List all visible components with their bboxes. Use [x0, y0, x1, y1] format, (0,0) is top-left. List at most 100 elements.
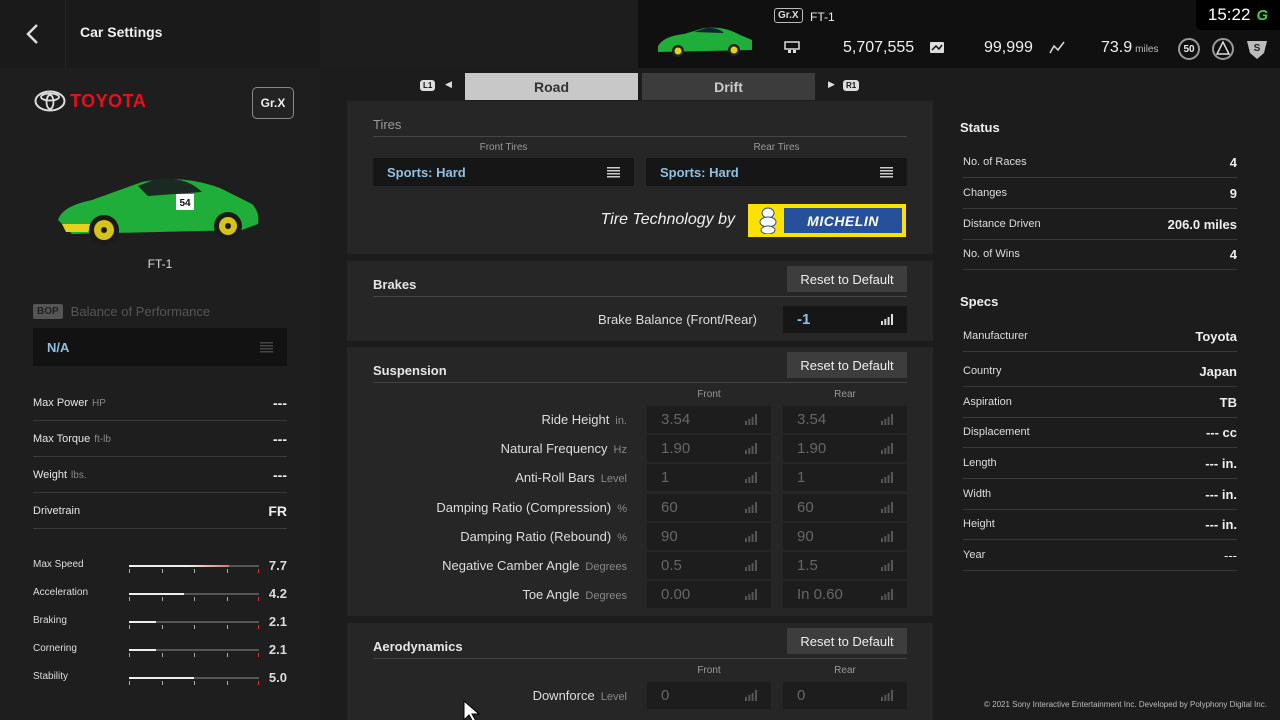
field-value: 60	[797, 499, 814, 516]
front-tires-select[interactable]: Sports: Hard	[373, 158, 634, 186]
anti-roll-rear-field[interactable]: 1	[783, 464, 907, 491]
perf-tick	[129, 625, 130, 629]
field-value: 0	[797, 687, 806, 704]
damping-compression-rear-field[interactable]: 60	[783, 494, 907, 521]
perf-label: Braking	[33, 615, 67, 626]
param-label: Damping Ratio (Compression)%	[436, 500, 627, 515]
param-unit: Degrees	[585, 590, 627, 602]
perf-tick	[194, 653, 195, 657]
tire-tech-text: Tire Technology by	[600, 211, 735, 228]
specs-row: Aspiration TB	[963, 387, 1237, 418]
perf-track	[129, 649, 259, 657]
param-unit: in.	[615, 415, 627, 427]
toe-front-field[interactable]: 0.00	[647, 581, 771, 608]
row-value: 4	[1229, 154, 1237, 170]
specs-row: Length --- in.	[963, 448, 1237, 479]
spec-unit: lbs.	[71, 469, 87, 481]
perf-fill	[129, 621, 157, 623]
row-value: TB	[1219, 394, 1237, 410]
row-label: Distance Driven	[963, 218, 1041, 230]
damping-compression-front-field[interactable]: 60	[647, 494, 771, 521]
l1-button-icon[interactable]: L1	[420, 80, 436, 91]
specs-row: Manufacturer Toyota	[963, 321, 1237, 352]
perf-tick	[161, 569, 163, 573]
param-name: Ride Height	[541, 412, 610, 427]
clock-time: 15:22	[1207, 5, 1251, 24]
car-info-panel: TOYOTA Gr.X 54 FT-1 BOP Balance of Perfo…	[0, 68, 320, 720]
spec-max-torque: Max Torque ft-lb ---	[33, 421, 287, 457]
back-button[interactable]	[0, 0, 66, 68]
tires-title: Tires	[373, 117, 402, 132]
field-value: 1	[661, 469, 670, 486]
spec-drivetrain: Drivetrain FR	[33, 493, 287, 529]
spec-label: Max Power	[33, 396, 89, 409]
natural-frequency-rear-field[interactable]: 1.90	[783, 435, 907, 462]
status-title: Status	[960, 120, 1000, 135]
downforce-rear-field[interactable]: 0	[783, 682, 907, 709]
bars-icon	[745, 531, 757, 542]
rear-tires-head: Rear Tires	[753, 142, 800, 153]
perf-tick	[258, 625, 259, 629]
manufacturer-brand: TOYOTA	[34, 90, 146, 112]
perf-fill	[129, 649, 157, 651]
suspension-reset-button[interactable]: Reset to Default	[787, 352, 907, 378]
aero-reset-button[interactable]: Reset to Default	[787, 628, 907, 654]
perf-tick	[161, 597, 163, 601]
brakes-section: Brakes Reset to Default Brake Balance (F…	[347, 261, 933, 341]
status-row: No. of Wins 4	[963, 239, 1237, 270]
param-label: Damping Ratio (Rebound)%	[460, 529, 627, 544]
status-row: No. of Races 4	[963, 147, 1237, 178]
distance-unit: miles	[1135, 44, 1159, 55]
row-label: Changes	[963, 187, 1008, 199]
rear-head: Rear	[834, 389, 856, 400]
tab-drift[interactable]: Drift	[642, 73, 815, 100]
anti-roll-front-field[interactable]: 1	[647, 464, 771, 491]
brakes-reset-button[interactable]: Reset to Default	[787, 266, 907, 292]
field-value: 1.5	[797, 557, 818, 574]
status-specs-panel: Status No. of Races 4 Changes 9 Distance D…	[933, 104, 1280, 720]
perf-tick	[129, 597, 130, 601]
damping-rebound-rear-field[interactable]: 90	[783, 523, 907, 550]
perf-track	[129, 593, 259, 601]
r1-button-icon[interactable]: R1	[843, 80, 860, 91]
spec-value: ---	[273, 466, 287, 483]
tab-road[interactable]: Road	[465, 73, 638, 100]
natural-frequency-front-field[interactable]: 1.90	[647, 435, 771, 462]
param-name: Anti-Roll Bars	[515, 470, 595, 485]
perf-label: Max Speed	[33, 559, 84, 570]
ride-height-rear-field[interactable]: 3.54	[783, 406, 907, 433]
distance-value: 73.9 miles	[1101, 39, 1158, 57]
param-unit: %	[617, 532, 627, 544]
camber-front-field[interactable]: 0.5	[647, 552, 771, 579]
front-head: Front	[697, 389, 721, 400]
downforce-front-field[interactable]: 0	[647, 682, 771, 709]
rear-tires-value: Sports: Hard	[660, 164, 739, 180]
field-value: 90	[797, 528, 814, 545]
damping-rebound-front-field[interactable]: 90	[647, 523, 771, 550]
perf-value: 4.2	[268, 586, 287, 601]
michelin-logo: MICHELIN	[748, 204, 906, 237]
car-class-badge: Gr.X	[774, 8, 803, 23]
car-class-box: Gr.X	[252, 87, 294, 119]
bars-icon	[881, 690, 893, 701]
bars-icon	[881, 560, 893, 571]
brake-balance-field[interactable]: -1	[783, 306, 907, 333]
rear-tires-select[interactable]: Sports: Hard	[646, 158, 907, 186]
row-value: --- in.	[1205, 455, 1237, 471]
front-tires-value: Sports: Hard	[387, 164, 466, 180]
ride-height-front-field[interactable]: 3.54	[647, 406, 771, 433]
menu-icon	[260, 341, 273, 352]
row-value: --- cc	[1205, 424, 1237, 440]
param-label: Toe Angle Degrees	[522, 587, 627, 602]
divider	[373, 296, 907, 297]
bars-icon	[881, 443, 893, 454]
bars-icon	[881, 414, 893, 425]
perf-tick	[258, 681, 259, 685]
perf-tick	[194, 625, 195, 629]
perf-value: 5.0	[268, 670, 287, 685]
menu-icon	[607, 166, 620, 177]
camber-rear-field[interactable]: 1.5	[783, 552, 907, 579]
perf-tick	[258, 569, 259, 573]
bop-select[interactable]: N/A	[33, 328, 287, 366]
toe-rear-field[interactable]: In 0.60	[783, 581, 907, 608]
